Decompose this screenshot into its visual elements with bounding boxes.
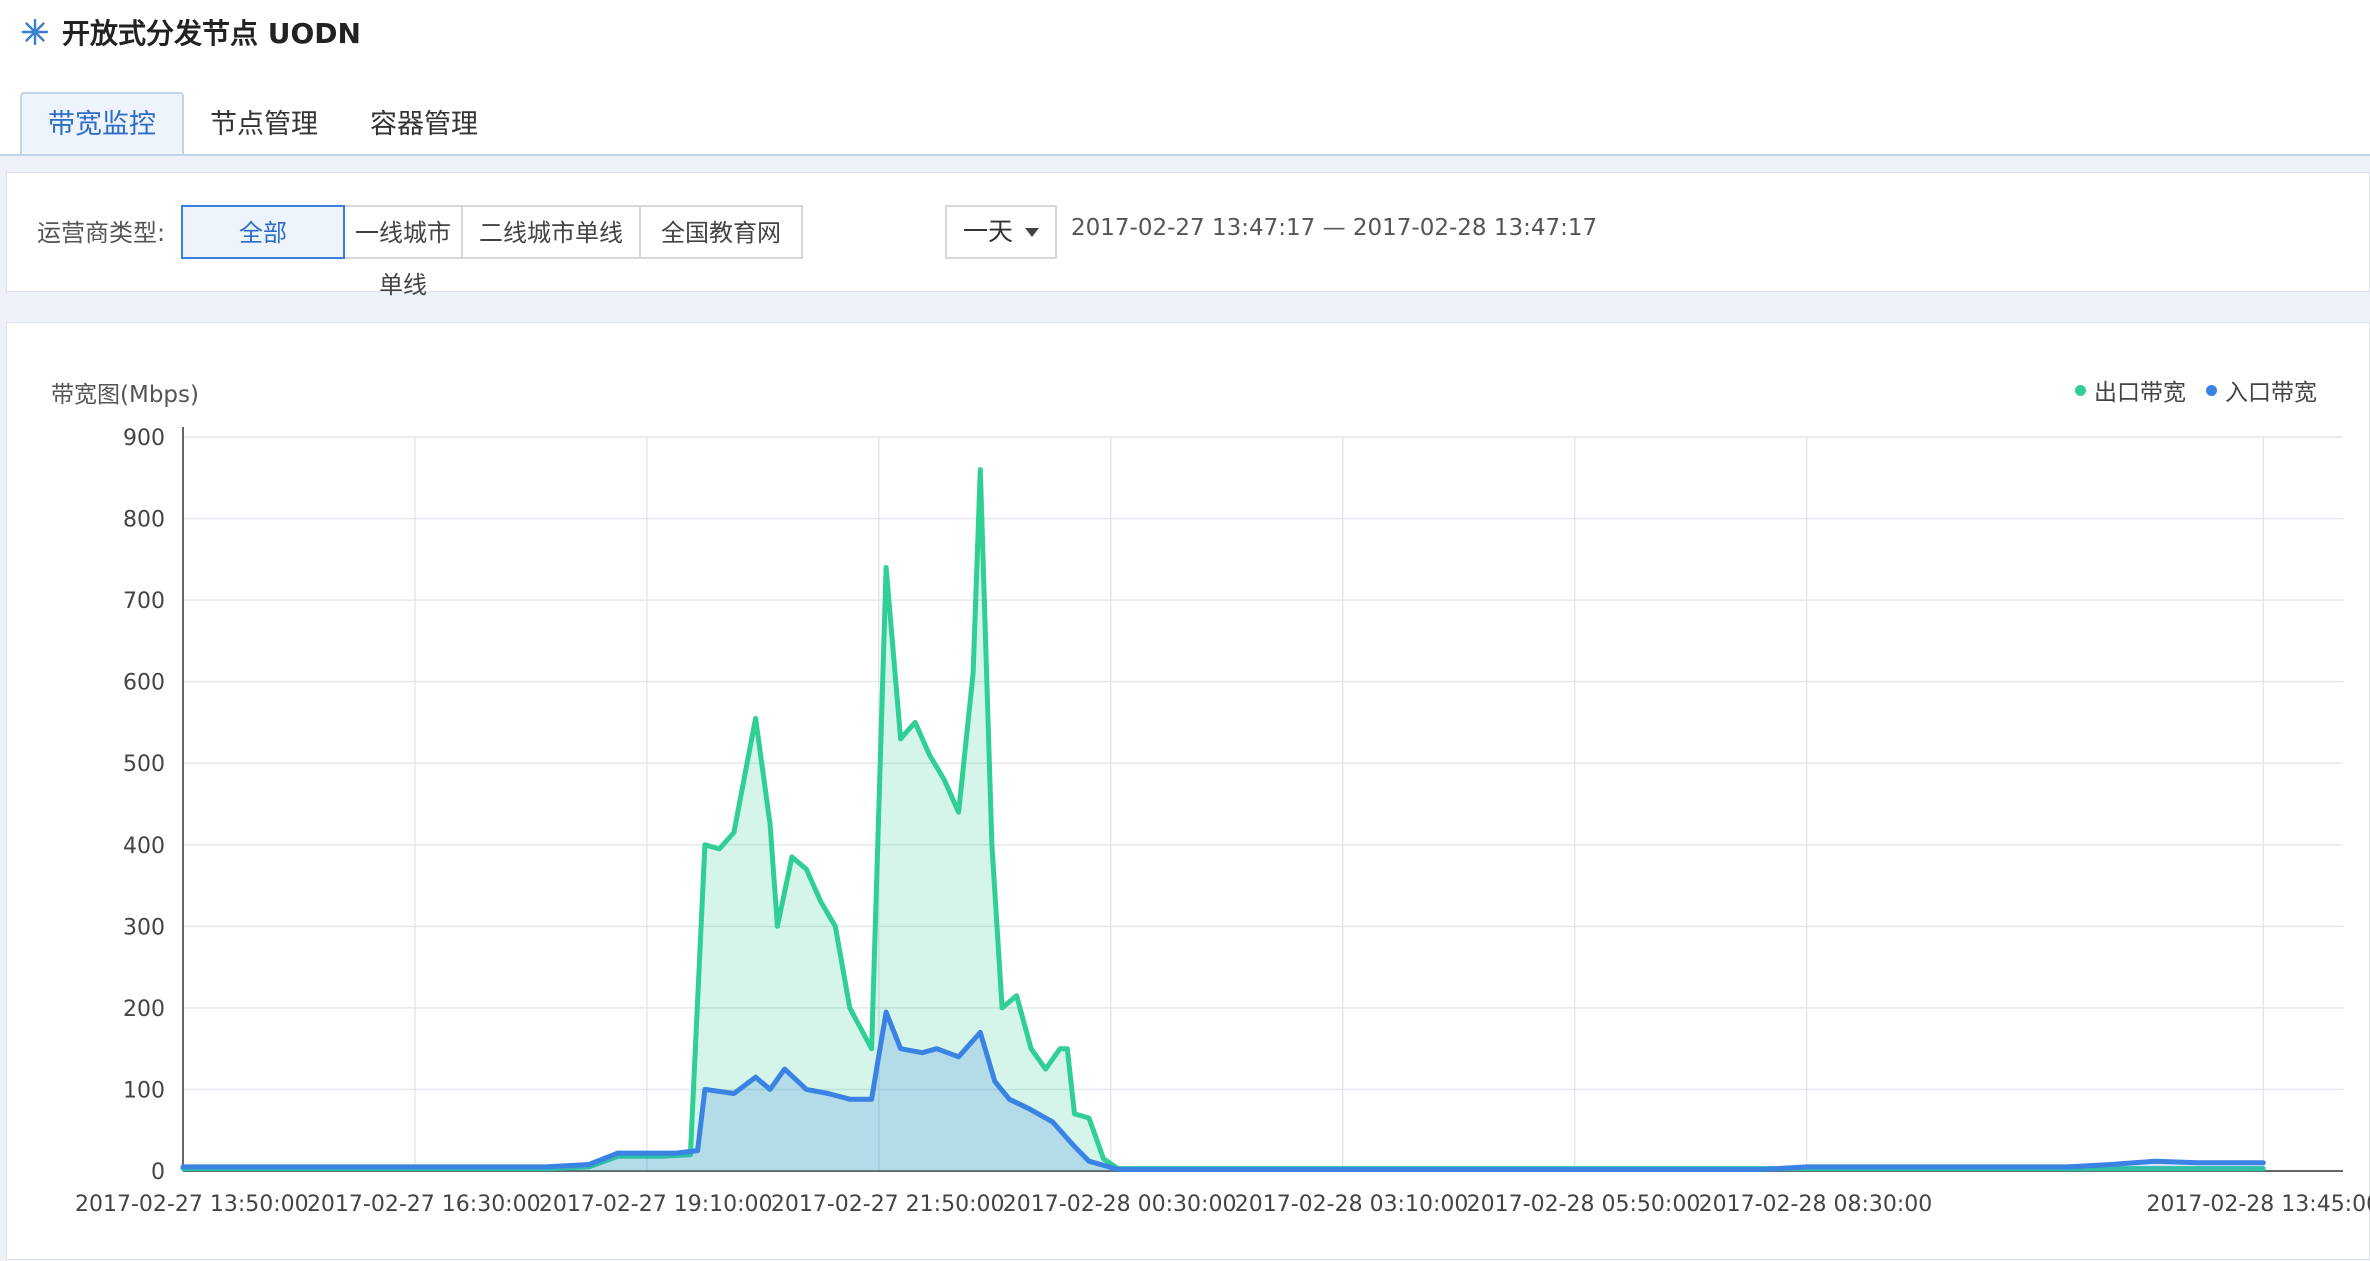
tab-bar: 带宽监控 节点管理 容器管理 bbox=[20, 92, 504, 156]
y-tick-label: 500 bbox=[123, 752, 165, 777]
page-header: 开放式分发节点 UODN 带宽监控 节点管理 容器管理 bbox=[0, 0, 2370, 156]
x-tick-label: 2017-02-28 03:10:00 bbox=[1235, 1192, 1469, 1217]
time-range-dropdown[interactable]: 一天 bbox=[945, 205, 1057, 259]
tab-bandwidth-monitor[interactable]: 带宽监控 bbox=[20, 92, 184, 156]
x-tick-label: 2017-02-28 08:30:00 bbox=[1699, 1192, 1933, 1217]
isp-option-tier1-city[interactable]: 一线城市单线 bbox=[343, 205, 463, 299]
tab-divider bbox=[0, 154, 2370, 156]
bandwidth-chart: 0 100 200 300 400 500 600 700 800 900 2017-02-27 1… bbox=[75, 426, 2370, 1217]
x-tick-label: 2017-02-27 19:10:00 bbox=[539, 1192, 773, 1217]
y-tick-label: 100 bbox=[123, 1078, 165, 1103]
snowflake-icon bbox=[21, 18, 49, 46]
inbound-bandwidth-area bbox=[183, 1012, 2264, 1171]
y-tick-label: 900 bbox=[123, 426, 165, 451]
date-range-text: 2017-02-27 13:47:17 — 2017-02-28 13:47:1… bbox=[1071, 215, 1598, 241]
y-tick-label: 700 bbox=[123, 589, 165, 614]
y-tick-label: 400 bbox=[123, 834, 165, 859]
chevron-down-icon bbox=[1025, 228, 1039, 237]
isp-option-all[interactable]: 全部 bbox=[181, 205, 345, 259]
y-tick-label: 200 bbox=[123, 997, 165, 1022]
inbound-bandwidth-line bbox=[180, 1009, 2266, 1172]
x-tick-label: 2017-02-28 00:30:00 bbox=[1003, 1192, 1237, 1217]
isp-type-segmented-control: 全部 一线城市单线 二线城市单线 全国教育网 bbox=[181, 205, 803, 299]
x-tick-label: 2017-02-28 13:45:00 bbox=[2146, 1192, 2370, 1217]
page-title: 开放式分发节点 UODN bbox=[62, 17, 361, 50]
tab-node-management[interactable]: 节点管理 bbox=[184, 94, 344, 156]
isp-type-label: 运营商类型: bbox=[37, 219, 166, 247]
x-tick-label: 2017-02-27 16:30:00 bbox=[307, 1192, 541, 1217]
bandwidth-chart-panel: 带宽图(Mbps) 出口带宽 入口带宽 0 100 200 300 400 500 600 7… bbox=[6, 322, 2370, 1260]
outbound-bandwidth-area bbox=[183, 469, 2264, 1172]
time-range-value: 一天 bbox=[963, 217, 1014, 246]
x-tick-label: 2017-02-27 13:50:00 bbox=[75, 1192, 309, 1217]
outbound-bandwidth-line bbox=[180, 467, 2266, 1172]
isp-option-tier2-city[interactable]: 二线城市单线 bbox=[461, 205, 641, 259]
x-tick-label: 2017-02-28 05:50:00 bbox=[1467, 1192, 1701, 1217]
y-tick-label: 800 bbox=[123, 508, 165, 533]
isp-option-education-net[interactable]: 全国教育网 bbox=[639, 205, 803, 259]
filter-panel: 运营商类型: 全部 一线城市单线 二线城市单线 全国教育网 一天 2017-02… bbox=[6, 172, 2370, 299]
x-tick-label: 2017-02-27 21:50:00 bbox=[771, 1192, 1005, 1217]
y-tick-label: 600 bbox=[123, 671, 165, 696]
y-tick-label: 300 bbox=[123, 915, 165, 940]
y-tick-label: 0 bbox=[151, 1160, 165, 1185]
tab-container-management[interactable]: 容器管理 bbox=[344, 94, 504, 156]
title-row: 开放式分发节点 UODN bbox=[20, 8, 361, 56]
